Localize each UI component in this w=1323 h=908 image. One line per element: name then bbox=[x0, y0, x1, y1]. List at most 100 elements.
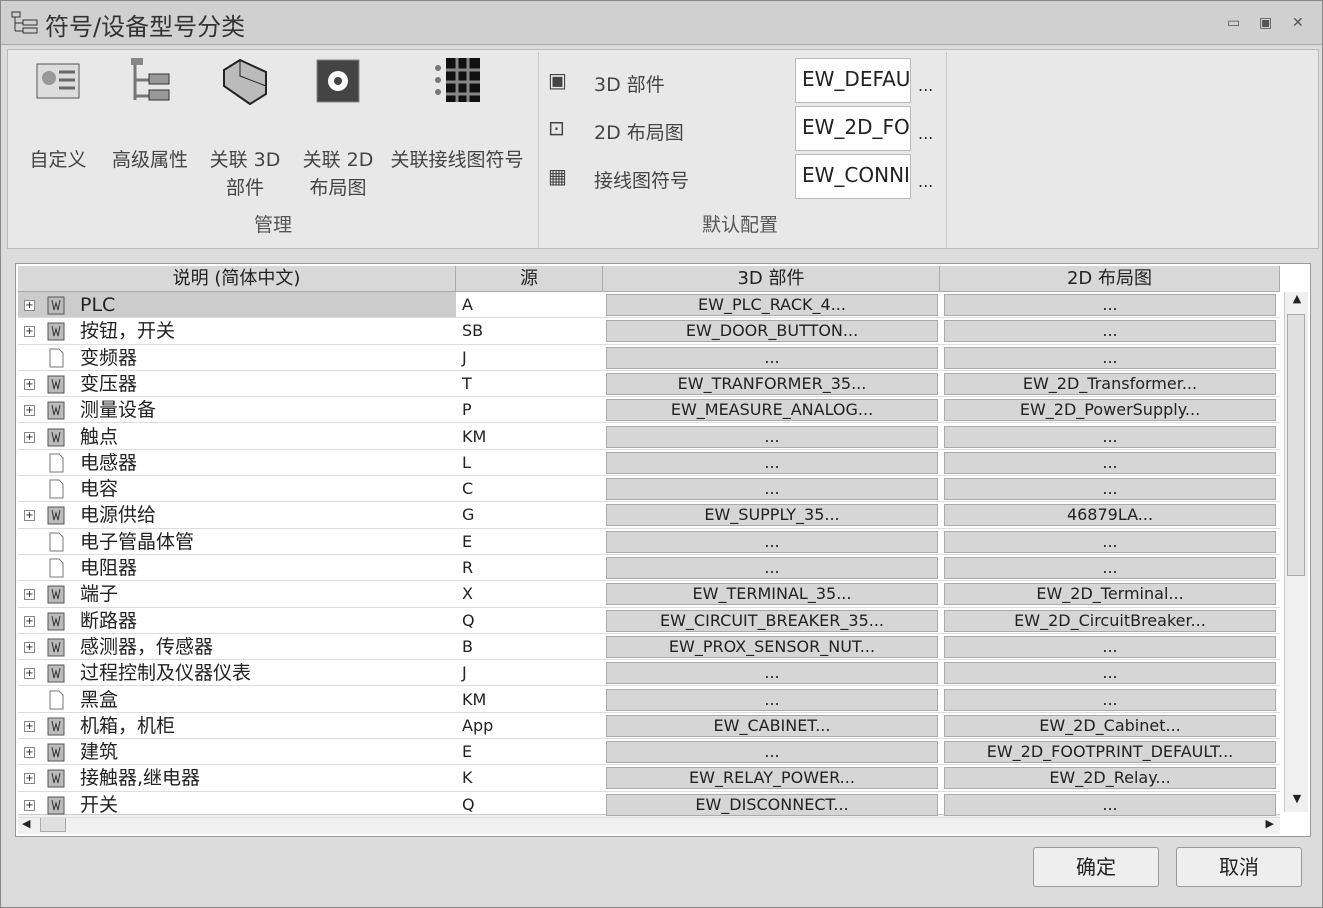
expand-icon[interactable]: + bbox=[24, 641, 35, 653]
table-row[interactable]: + 断路器 Q EW_CIRCUIT_BREAKER_35... EW_2D_Circu… bbox=[18, 608, 1280, 634]
description-cell[interactable]: + 感测器，传感器 bbox=[18, 634, 456, 659]
expand-icon[interactable]: + bbox=[24, 720, 35, 732]
3d-part-button[interactable]: ... bbox=[606, 741, 938, 764]
description-cell[interactable]: 变频器 bbox=[18, 345, 456, 370]
3d-part-button[interactable]: ... bbox=[606, 451, 938, 474]
ok-button[interactable]: 确定 bbox=[1033, 847, 1159, 887]
expand-icon[interactable]: + bbox=[24, 668, 35, 680]
description-cell[interactable]: + 断路器 bbox=[18, 608, 456, 633]
expand-icon[interactable]: + bbox=[24, 773, 35, 785]
minimize-button[interactable]: ▭ bbox=[1227, 15, 1240, 31]
3d-part-button[interactable]: EW_DOOR_BUTTON... bbox=[606, 320, 938, 343]
2d-layout-button[interactable]: ... bbox=[944, 425, 1276, 448]
ribbon-button-2[interactable]: 关联 3D 部件 bbox=[204, 56, 286, 202]
table-row[interactable]: + 端子 X EW_TERMINAL_35... EW_2D_Terminal... bbox=[18, 581, 1280, 608]
3d-part-button[interactable]: ... bbox=[606, 662, 938, 685]
table-row[interactable]: + 电源供给 G EW_SUPPLY_35... 46879LA... bbox=[18, 502, 1280, 529]
3d-part-button[interactable]: EW_DISCONNECT... bbox=[606, 793, 938, 816]
description-cell[interactable]: 电容 bbox=[18, 476, 456, 501]
description-cell[interactable]: + 触点 bbox=[18, 424, 456, 449]
ribbon-button-1[interactable]: 高级属性 bbox=[98, 56, 202, 174]
table-row[interactable]: + 接触器,继电器 K EW_RELAY_POWER... EW_2D_Relay... bbox=[18, 765, 1280, 792]
browse-button[interactable]: ... bbox=[918, 124, 933, 143]
maximize-button[interactable]: ▣ bbox=[1259, 15, 1272, 31]
column-header[interactable]: 2D 布局图 bbox=[940, 266, 1280, 292]
expand-icon[interactable]: + bbox=[24, 747, 35, 759]
table-row[interactable]: + PLC A EW_PLC_RACK_4...... bbox=[18, 292, 1280, 319]
2d-layout-button[interactable]: ... bbox=[944, 346, 1276, 369]
2d-layout-button[interactable]: ... bbox=[944, 451, 1276, 474]
description-cell[interactable]: + 接触器,继电器 bbox=[18, 765, 456, 790]
expand-icon[interactable]: + bbox=[24, 510, 35, 522]
description-cell[interactable]: + 变压器 bbox=[18, 371, 456, 396]
description-cell[interactable]: + 端子 bbox=[18, 581, 456, 606]
expand-icon[interactable]: + bbox=[24, 431, 35, 443]
2d-layout-button[interactable]: ... bbox=[944, 793, 1276, 816]
default-config-field[interactable]: EW_2D_FO bbox=[795, 106, 911, 151]
default-config-field[interactable]: EW_CONNI bbox=[795, 154, 911, 199]
3d-part-button[interactable]: EW_TERMINAL_35... bbox=[606, 583, 938, 606]
3d-part-button[interactable]: EW_TRANFORMER_35... bbox=[606, 372, 938, 395]
3d-part-button[interactable]: ... bbox=[606, 688, 938, 711]
2d-layout-button[interactable]: ... bbox=[944, 478, 1276, 501]
table-row[interactable]: 电感器 L...... bbox=[18, 450, 1280, 477]
expand-icon[interactable]: + bbox=[24, 799, 35, 811]
description-cell[interactable]: 电感器 bbox=[18, 450, 456, 475]
3d-part-button[interactable]: EW_MEASURE_ANALOG... bbox=[606, 399, 938, 422]
2d-layout-button[interactable]: ... bbox=[944, 635, 1276, 658]
table-row[interactable]: + 变压器 T EW_TRANFORMER_35... EW_2D_Transforme… bbox=[18, 371, 1280, 398]
2d-layout-button[interactable]: ... bbox=[944, 662, 1276, 685]
table-row[interactable]: + 感测器，传感器 B EW_PROX_SENSOR_NUT...... bbox=[18, 634, 1280, 661]
description-cell[interactable]: + 开关 bbox=[18, 792, 456, 817]
scrollbar-thumb[interactable] bbox=[1287, 314, 1305, 576]
3d-part-button[interactable]: EW_PROX_SENSOR_NUT... bbox=[606, 635, 938, 658]
default-config-field[interactable]: EW_DEFAU bbox=[795, 58, 911, 103]
expand-icon[interactable]: + bbox=[24, 378, 35, 390]
2d-layout-button[interactable]: EW_2D_Relay... bbox=[944, 767, 1276, 790]
description-cell[interactable]: + 建筑 bbox=[18, 739, 456, 764]
2d-layout-button[interactable]: ... bbox=[944, 530, 1276, 553]
3d-part-button[interactable]: ... bbox=[606, 346, 938, 369]
3d-part-button[interactable]: EW_CABINET... bbox=[606, 714, 938, 737]
description-cell[interactable]: + 过程控制及仪器仪表 bbox=[18, 660, 456, 685]
3d-part-button[interactable]: EW_SUPPLY_35... bbox=[606, 504, 938, 527]
description-cell[interactable]: + 按钮，开关 bbox=[18, 318, 456, 343]
expand-icon[interactable]: + bbox=[24, 589, 35, 601]
description-cell[interactable]: 黑盒 bbox=[18, 687, 456, 712]
expand-icon[interactable]: + bbox=[24, 326, 35, 338]
column-header[interactable]: 说明 (简体中文) bbox=[18, 266, 456, 292]
ribbon-button-0[interactable]: 自定义 bbox=[14, 56, 102, 174]
2d-layout-button[interactable]: EW_2D_FOOTPRINT_DEFAULT... bbox=[944, 741, 1276, 764]
3d-part-button[interactable]: ... bbox=[606, 530, 938, 553]
browse-button[interactable]: ... bbox=[918, 172, 933, 191]
scroll-up-icon[interactable]: ▲ bbox=[1287, 292, 1307, 312]
table-row[interactable]: + 过程控制及仪器仪表 J...... bbox=[18, 660, 1280, 687]
scroll-right-icon[interactable]: ▶ bbox=[1266, 817, 1274, 830]
table-row[interactable]: 电阻器 R...... bbox=[18, 555, 1280, 582]
scroll-left-icon[interactable]: ◀ bbox=[22, 817, 30, 830]
3d-part-button[interactable]: ... bbox=[606, 557, 938, 579]
2d-layout-button[interactable]: EW_2D_Terminal... bbox=[944, 583, 1276, 606]
vertical-scrollbar[interactable]: ▲ ▼ bbox=[1284, 292, 1308, 812]
scrollbar-thumb[interactable] bbox=[40, 817, 66, 832]
2d-layout-button[interactable]: EW_2D_PowerSupply... bbox=[944, 399, 1276, 422]
3d-part-button[interactable]: ... bbox=[606, 478, 938, 501]
2d-layout-button[interactable]: ... bbox=[944, 557, 1276, 579]
description-cell[interactable]: + 机箱，机柜 bbox=[18, 713, 456, 738]
description-cell[interactable]: + 电源供给 bbox=[18, 502, 456, 527]
3d-part-button[interactable]: EW_CIRCUIT_BREAKER_35... bbox=[606, 609, 938, 632]
expand-icon[interactable]: + bbox=[24, 615, 35, 627]
table-row[interactable]: + 触点 KM...... bbox=[18, 424, 1280, 450]
expand-icon[interactable]: + bbox=[24, 405, 35, 417]
cancel-button[interactable]: 取消 bbox=[1176, 847, 1302, 887]
ribbon-button-4[interactable]: 关联接线图符号 bbox=[382, 56, 532, 174]
table-row[interactable]: + 机箱，机柜 App EW_CABINET... EW_2D_Cabinet... bbox=[18, 713, 1280, 740]
2d-layout-button[interactable]: EW_2D_Transformer... bbox=[944, 372, 1276, 395]
table-row[interactable]: 黑盒 KM...... bbox=[18, 687, 1280, 713]
2d-layout-button[interactable]: ... bbox=[944, 294, 1276, 316]
table-row[interactable]: 电容 C...... bbox=[18, 476, 1280, 503]
column-header[interactable]: 3D 部件 bbox=[603, 266, 940, 292]
table-row[interactable]: + 测量设备 P EW_MEASURE_ANALOG... EW_2D_PowerSup… bbox=[18, 397, 1280, 424]
expand-icon[interactable]: + bbox=[24, 300, 35, 311]
close-button[interactable]: ✕ bbox=[1292, 15, 1304, 31]
